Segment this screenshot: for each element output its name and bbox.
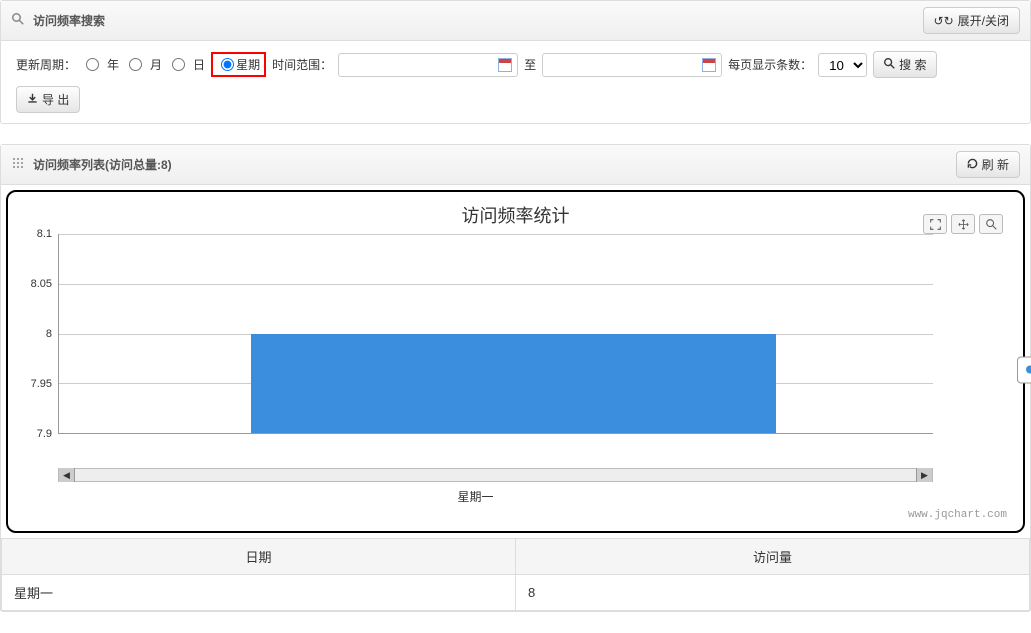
toggle-button-label: 展开/关闭 (958, 12, 1009, 29)
bar-week1 (251, 334, 775, 434)
time-range-label: 时间范围： (272, 56, 332, 73)
chart-area: 8.1 8.05 8 7.95 7.9 (18, 234, 933, 464)
radio-month-label: 月 (150, 56, 162, 73)
x-axis-label: 星期一 (18, 488, 933, 505)
search-icon (884, 58, 895, 72)
move-button[interactable] (951, 214, 975, 234)
radio-week-highlight: 星期 (211, 52, 266, 77)
y-tick: 8 (46, 328, 52, 340)
export-button[interactable]: 导 出 (16, 86, 80, 113)
list-panel-header: 访问频率列表(访问总量:8) 刷 新 (1, 145, 1030, 185)
search-form-row: 更新周期： 年 月 日 星期 时间范围： 至 每页显示条数： 10 (16, 51, 1015, 78)
grid-line (59, 284, 933, 285)
grid-line (59, 234, 933, 235)
zoom-button[interactable] (979, 214, 1003, 234)
data-table: 日期 访问量 星期一 8 (1, 538, 1030, 611)
radio-week-label: 星期 (236, 56, 260, 73)
refresh-icon (967, 158, 978, 172)
date-to-wrap (542, 53, 722, 77)
per-page-select[interactable]: 10 (818, 53, 867, 77)
search-button-label: 搜 索 (899, 56, 926, 73)
cell-date: 星期一 (2, 575, 516, 611)
list-panel-title: 访问频率列表(访问总量:8) (33, 156, 956, 173)
export-row: 导 出 (16, 86, 1015, 113)
list-panel-body: 访问频率统计 8.1 8.05 8 7.95 (1, 190, 1030, 611)
table-row: 星期一 8 (2, 575, 1030, 611)
chart-title: 访问频率统计 (18, 202, 1013, 228)
legend-dot-icon (1026, 366, 1031, 374)
scroll-right-button[interactable]: ▶ (916, 468, 932, 482)
chart-toolbar (923, 214, 1003, 234)
refresh-button-label: 刷 新 (982, 156, 1009, 173)
date-to-input[interactable] (542, 53, 722, 77)
search-panel-body: 更新周期： 年 月 日 星期 时间范围： 至 每页显示条数： 10 (1, 41, 1030, 123)
search-button[interactable]: 搜 索 (873, 51, 937, 78)
chart-legend[interactable]: 访问量 (1017, 356, 1031, 383)
radio-day-label: 日 (193, 56, 205, 73)
chart-container: 访问频率统计 8.1 8.05 8 7.95 (6, 190, 1025, 533)
list-panel: 访问频率列表(访问总量:8) 刷 新 访问频率统计 (0, 144, 1031, 612)
plot-area (58, 234, 933, 434)
scroll-left-button[interactable]: ◀ (59, 468, 75, 482)
chart-watermark: www.jqchart.com (18, 509, 1013, 521)
grip-icon (11, 157, 25, 172)
retweet-icon: ↺↻ (934, 14, 954, 28)
table-header-row: 日期 访问量 (2, 539, 1030, 575)
download-icon (27, 93, 38, 107)
search-panel: 访问频率搜索 ↺↻ 展开/关闭 更新周期： 年 月 日 星期 时间范围： 至 (0, 0, 1031, 124)
export-button-label: 导 出 (42, 91, 69, 108)
table-header-visits: 访问量 (516, 539, 1030, 575)
to-label: 至 (524, 56, 536, 73)
calendar-icon[interactable] (498, 58, 512, 72)
calendar-icon[interactable] (702, 58, 716, 72)
search-panel-header: 访问频率搜索 ↺↻ 展开/关闭 (1, 1, 1030, 41)
chart-scrollbar[interactable]: ◀ ▶ (58, 468, 933, 482)
radio-year[interactable] (86, 58, 99, 71)
radio-year-label: 年 (107, 56, 119, 73)
y-tick: 8.1 (37, 228, 52, 240)
per-page-label: 每页显示条数： (728, 56, 812, 73)
toggle-button[interactable]: ↺↻ 展开/关闭 (923, 7, 1020, 34)
refresh-button[interactable]: 刷 新 (956, 151, 1020, 178)
y-tick: 8.05 (31, 278, 52, 290)
radio-week[interactable] (221, 58, 234, 71)
date-from-input[interactable] (338, 53, 518, 77)
search-icon (11, 13, 25, 28)
search-panel-title: 访问频率搜索 (33, 12, 923, 29)
date-from-wrap (338, 53, 518, 77)
fullscreen-button[interactable] (923, 214, 947, 234)
chart-wrap: 8.1 8.05 8 7.95 7.9 (18, 234, 1013, 505)
y-tick: 7.9 (37, 428, 52, 440)
cycle-label: 更新周期： (16, 56, 76, 73)
radio-day[interactable] (172, 58, 185, 71)
y-tick: 7.95 (31, 378, 52, 390)
radio-month[interactable] (129, 58, 142, 71)
y-axis: 8.1 8.05 8 7.95 7.9 (18, 234, 58, 434)
table-header-date: 日期 (2, 539, 516, 575)
cell-visits: 8 (516, 575, 1030, 611)
